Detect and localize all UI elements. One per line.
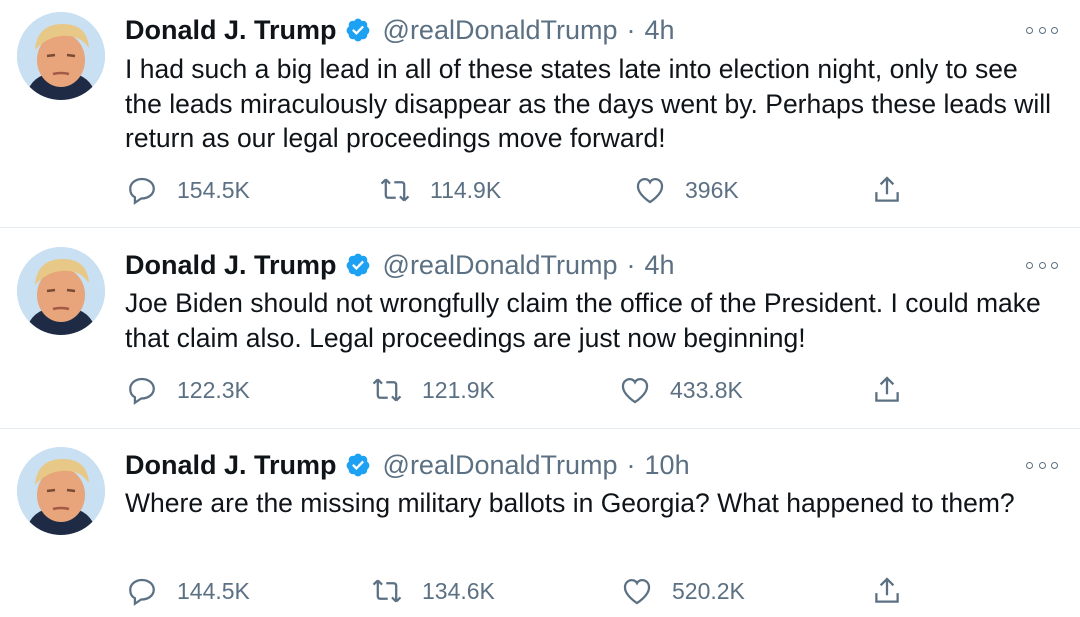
timestamp[interactable]: 10h [645, 450, 690, 481]
retweet-button[interactable]: 134.6K [370, 571, 495, 611]
tweet-text: I had such a big lead in all of these st… [125, 54, 1052, 153]
more-icon[interactable] [1026, 258, 1058, 272]
like-button[interactable]: 396K [633, 170, 739, 210]
heart-icon [633, 173, 667, 207]
separator-dot: · [626, 449, 636, 480]
heart-icon [620, 574, 654, 608]
retweet-icon [370, 373, 404, 407]
share-icon [870, 373, 904, 407]
retweet-icon [378, 173, 412, 207]
reply-count: 122.3K [177, 376, 250, 403]
author-name[interactable]: Donald J. Trump [125, 250, 337, 281]
verified-badge-icon [345, 17, 371, 43]
tweet-text: Where are the missing military ballots i… [125, 488, 1015, 518]
avatar[interactable] [17, 447, 105, 535]
reply-button[interactable]: 144.5K [125, 571, 250, 611]
share-icon [870, 173, 904, 207]
like-count: 396K [685, 176, 739, 203]
like-count: 520.2K [672, 577, 745, 604]
avatar[interactable] [17, 247, 105, 335]
retweet-button[interactable]: 114.9K [378, 170, 501, 210]
author-handle[interactable]: @realDonaldTrump [383, 450, 618, 481]
separator-dot: · [626, 14, 636, 45]
retweet-count: 121.9K [422, 376, 495, 403]
reply-icon [125, 373, 159, 407]
retweet-button[interactable]: 121.9K [370, 370, 495, 410]
reply-button[interactable]: 154.5K [125, 170, 250, 210]
more-icon[interactable] [1026, 23, 1058, 37]
tweet[interactable]: Donald J. Trump @realDonaldTrump · 10h W… [0, 430, 1080, 617]
tweet-header: Donald J. Trump @realDonaldTrump · 4h [125, 12, 675, 48]
like-button[interactable]: 433.8K [618, 370, 743, 410]
tweet-actions: 122.3K 121.9K 433.8K [0, 370, 1080, 410]
author-handle[interactable]: @realDonaldTrump [383, 250, 618, 281]
heart-icon [618, 373, 652, 407]
retweet-count: 134.6K [422, 577, 495, 604]
tweet[interactable]: Donald J. Trump @realDonaldTrump · 4h I … [0, 0, 1080, 228]
more-icon[interactable] [1026, 458, 1058, 472]
tweet-text: Joe Biden should not wrongfully claim th… [125, 288, 1041, 353]
reply-icon [125, 574, 159, 608]
timestamp[interactable]: 4h [645, 250, 675, 281]
like-count: 433.8K [670, 376, 743, 403]
retweet-count: 114.9K [430, 176, 502, 203]
reply-button[interactable]: 122.3K [125, 370, 250, 410]
tweet-header: Donald J. Trump @realDonaldTrump · 10h [125, 447, 690, 483]
reply-count: 154.5K [177, 176, 250, 203]
tweet-actions: 154.5K 114.9K 396K [0, 170, 1080, 210]
share-button[interactable] [870, 370, 904, 410]
reply-count: 144.5K [177, 577, 250, 604]
author-name[interactable]: Donald J. Trump [125, 450, 337, 481]
separator-dot: · [626, 249, 636, 280]
author-handle[interactable]: @realDonaldTrump [383, 15, 618, 46]
share-icon [870, 574, 904, 608]
share-button[interactable] [870, 571, 904, 611]
retweet-icon [370, 574, 404, 608]
timestamp[interactable]: 4h [645, 15, 675, 46]
avatar[interactable] [17, 12, 105, 100]
verified-badge-icon [345, 452, 371, 478]
reply-icon [125, 173, 159, 207]
share-button[interactable] [870, 170, 904, 210]
tweet-header: Donald J. Trump @realDonaldTrump · 4h [125, 247, 675, 283]
verified-badge-icon [345, 252, 371, 278]
tweet[interactable]: Donald J. Trump @realDonaldTrump · 4h Jo… [0, 229, 1080, 429]
like-button[interactable]: 520.2K [620, 571, 745, 611]
author-name[interactable]: Donald J. Trump [125, 15, 337, 46]
tweet-actions: 144.5K 134.6K 520.2K [0, 571, 1080, 611]
